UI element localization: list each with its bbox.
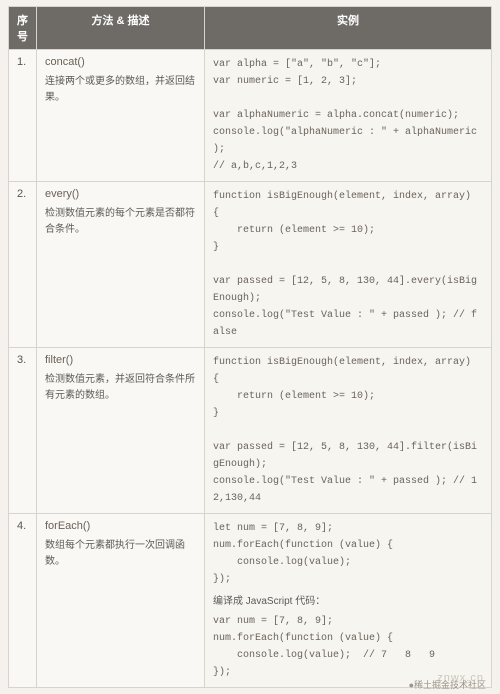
code-block: function isBigEnough(element, index, arr…: [213, 354, 483, 507]
method-name: concat(): [45, 56, 196, 68]
table-row: 2. every() 检测数值元素的每个元素是否都符合条件。 function …: [9, 182, 492, 348]
code-block: function isBigEnough(element, index, arr…: [213, 188, 483, 341]
code-note: 编译成 JavaScript 代码：: [213, 592, 483, 607]
row-index: 4.: [17, 520, 26, 532]
row-index: 3.: [17, 354, 26, 366]
header-desc: 方法 & 描述: [37, 7, 205, 50]
method-name: forEach(): [45, 520, 196, 532]
table-row: 1. concat() 连接两个或更多的数组，并返回结果。 var alpha …: [9, 50, 492, 182]
method-desc: 数组每个元素都执行一次回调函数。: [45, 538, 196, 570]
header-idx: 序号: [9, 7, 37, 50]
footer-credit: ●稀土掘金技术社区: [409, 678, 486, 691]
method-name: filter(): [45, 354, 196, 366]
code-block: var alpha = ["a", "b", "c"]; var numeric…: [213, 56, 483, 175]
table-row: 4. forEach() 数组每个元素都执行一次回调函数。 let num = …: [9, 514, 492, 688]
header-row: 序号 方法 & 描述 实例: [9, 7, 492, 50]
methods-table: 序号 方法 & 描述 实例 1. concat() 连接两个或更多的数组，并返回…: [8, 6, 492, 688]
method-name: every(): [45, 188, 196, 200]
table-row: 3. filter() 检测数值元素，并返回符合条件所有元素的数组。 funct…: [9, 348, 492, 514]
header-example: 实例: [205, 7, 492, 50]
method-desc: 连接两个或更多的数组，并返回结果。: [45, 74, 196, 106]
row-index: 2.: [17, 188, 26, 200]
row-index: 1.: [17, 56, 26, 68]
method-desc: 检测数值元素的每个元素是否都符合条件。: [45, 206, 196, 238]
code-block: var num = [7, 8, 9]; num.forEach(functio…: [213, 613, 483, 681]
code-block: let num = [7, 8, 9]; num.forEach(functio…: [213, 520, 483, 588]
method-desc: 检测数值元素，并返回符合条件所有元素的数组。: [45, 372, 196, 404]
